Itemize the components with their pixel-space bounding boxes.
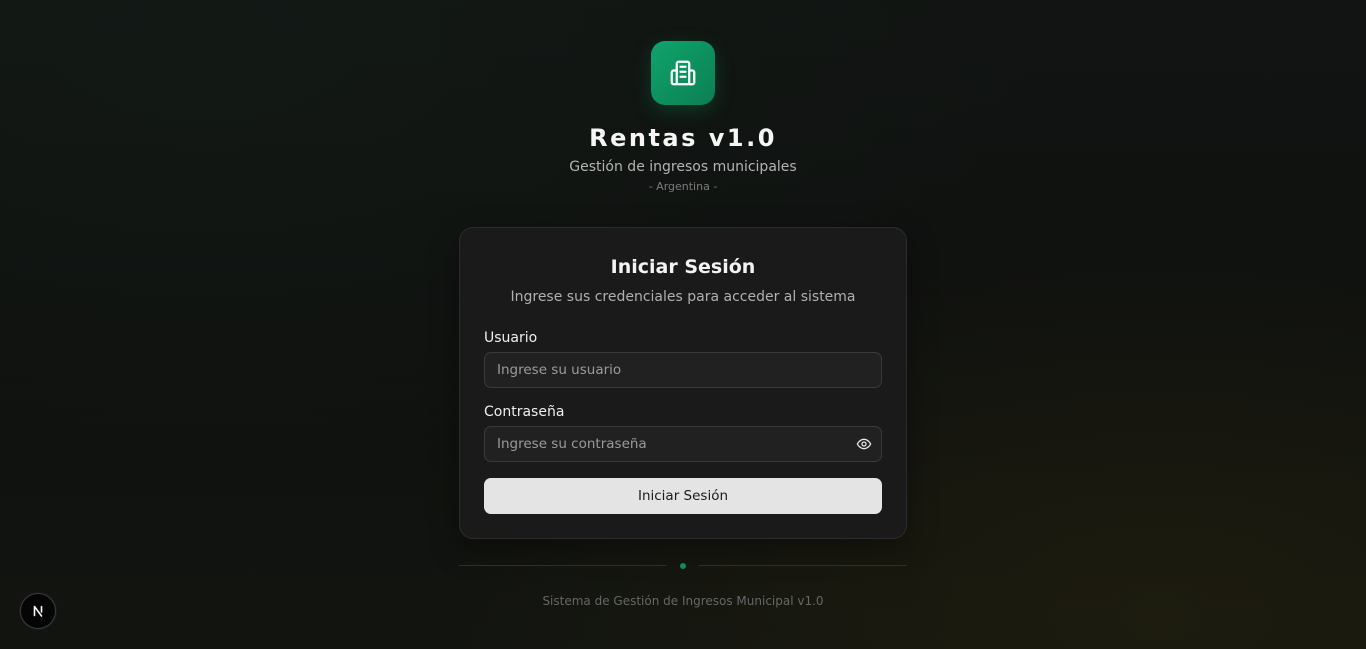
app-logo <box>651 41 715 105</box>
login-description: Ingrese sus credenciales para acceder al… <box>510 289 856 305</box>
login-card: Iniciar Sesión Ingrese sus credenciales … <box>459 227 907 539</box>
footer-text: Sistema de Gestión de Ingresos Municipal… <box>542 594 824 608</box>
footer-divider-left <box>459 565 667 566</box>
password-input[interactable] <box>484 426 882 462</box>
login-submit-button[interactable]: Iniciar Sesión <box>484 478 882 514</box>
app-title: Rentas v1.0 <box>589 124 777 152</box>
footer-divider-right <box>699 565 907 566</box>
password-label: Contraseña <box>484 404 565 420</box>
building-icon <box>670 60 696 86</box>
eye-icon <box>856 438 872 450</box>
app-subtitle: Gestión de ingresos municipales <box>569 159 797 175</box>
username-input[interactable] <box>484 352 882 388</box>
login-title: Iniciar Sesión <box>610 256 756 278</box>
app-country: - Argentina - <box>648 180 718 193</box>
nextjs-dev-badge[interactable] <box>20 593 56 629</box>
nextjs-icon <box>33 605 43 617</box>
toggle-password-visibility-button[interactable] <box>854 434 874 454</box>
footer-divider-dot <box>680 563 686 569</box>
username-label: Usuario <box>484 330 538 346</box>
